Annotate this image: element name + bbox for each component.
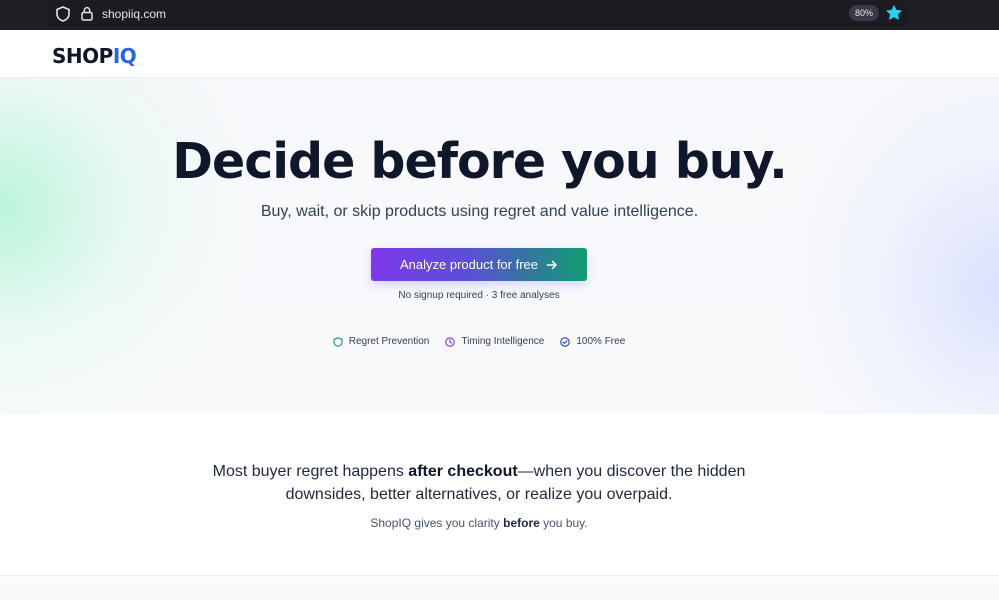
regret-text-start: Most buyer regret happens — [212, 463, 409, 480]
site-header: SHOPIQ — [0, 30, 999, 78]
feature-label: Regret Prevention — [348, 336, 430, 347]
clock-icon — [445, 336, 456, 347]
shield-icon — [333, 336, 343, 347]
clarity-text-start: ShopIQ gives you clarity — [370, 516, 504, 530]
feature-regret-prevention: Regret Prevention — [333, 336, 430, 347]
regret-text-emphasis: after checkout — [408, 463, 518, 480]
feature-list: Regret Prevention Timing Intelligence 10… — [0, 336, 958, 347]
logo-text-shop: SHOP — [52, 44, 113, 68]
browser-toolbar: shopiiq.com 80% — [0, 0, 999, 30]
bookmark-star-icon[interactable] — [885, 4, 903, 22]
hero-title: Decide before you buy. — [172, 133, 787, 190]
shield-icon[interactable] — [56, 6, 70, 22]
url-text[interactable]: shopiiq.com — [102, 7, 166, 21]
address-bar[interactable] — [48, 1, 908, 26]
clarity-text-end: you buy. — [539, 516, 588, 530]
hero-section: Decide before you buy. Buy, wait, or ski… — [0, 78, 999, 414]
arrow-right-icon — [546, 260, 557, 269]
zoom-level-badge[interactable]: 80% — [849, 5, 880, 21]
clarity-statement: ShopIQ gives you clarity before you buy. — [0, 516, 958, 530]
regret-section: Most buyer regret happens after checkout… — [0, 414, 999, 576]
check-circle-icon — [560, 336, 571, 347]
regret-statement: Most buyer regret happens after checkout… — [180, 460, 778, 506]
next-section-edge — [0, 577, 999, 600]
logo[interactable]: SHOPIQ — [52, 44, 137, 68]
analyze-product-button[interactable]: Analyze product for free — [371, 248, 587, 281]
logo-text-iq: IQ — [112, 44, 137, 68]
feature-label: 100% Free — [576, 336, 626, 347]
feature-free: 100% Free — [560, 336, 625, 347]
lock-icon[interactable] — [81, 6, 93, 21]
feature-timing-intelligence: Timing Intelligence — [445, 336, 544, 347]
cta-note: No signup required · 3 free analyses — [398, 290, 560, 301]
clarity-text-emphasis: before — [503, 516, 540, 530]
feature-label: Timing Intelligence — [461, 336, 545, 347]
hero-subtitle: Buy, wait, or skip products using regret… — [260, 203, 699, 220]
analyze-product-button-label: Analyze product for free — [399, 257, 539, 272]
